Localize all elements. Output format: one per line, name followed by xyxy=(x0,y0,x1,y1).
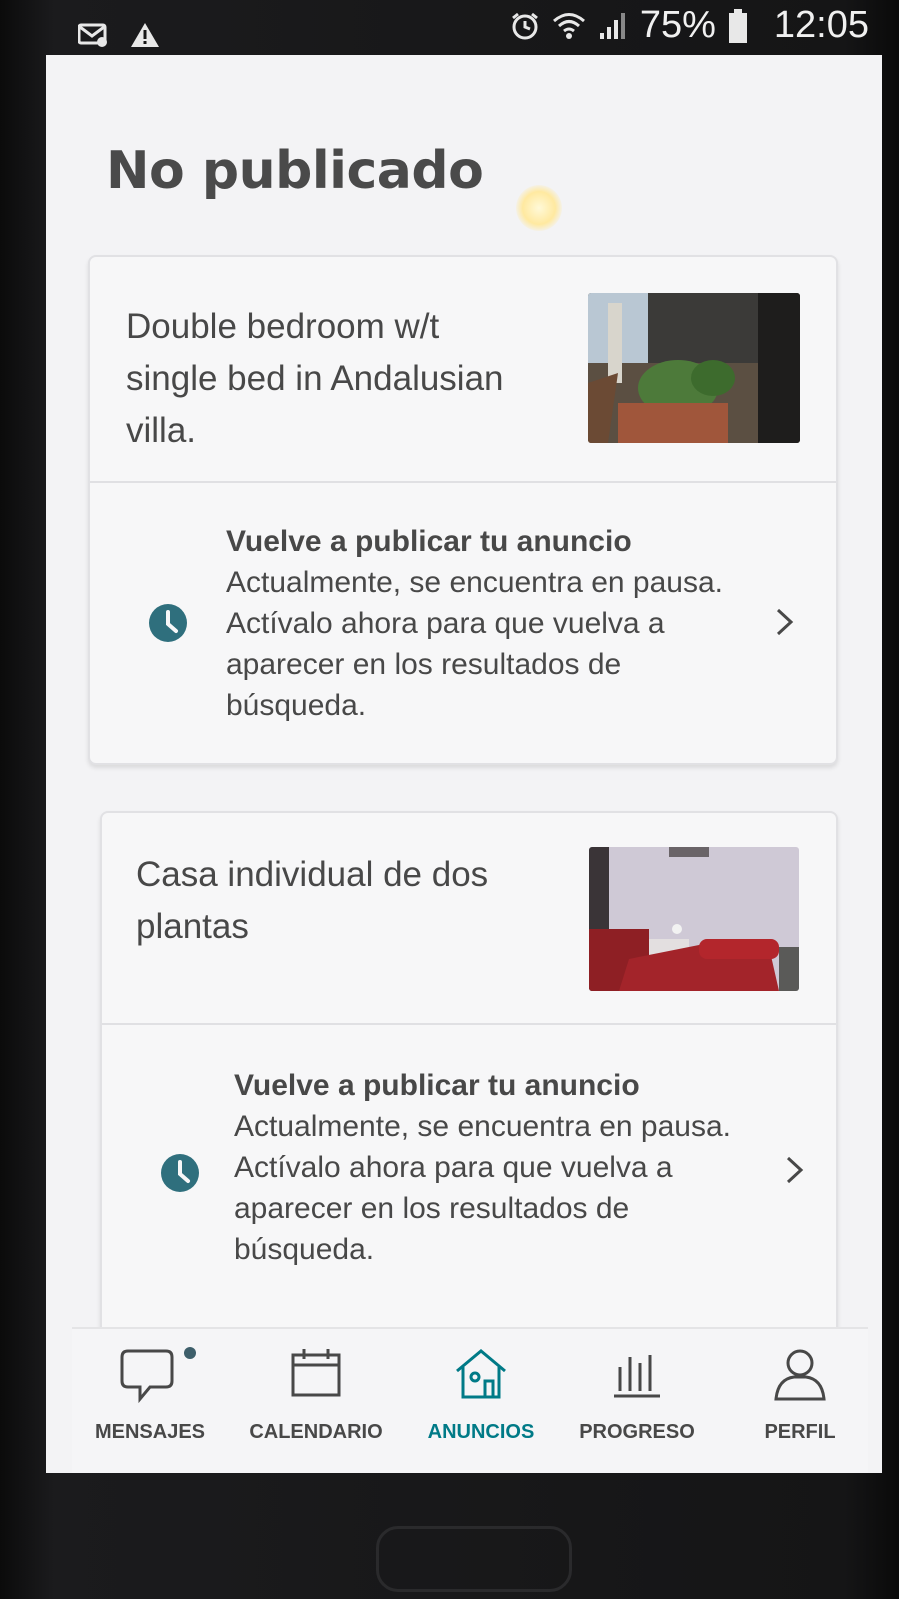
chat-bubble-icon xyxy=(120,1349,174,1403)
listing-thumbnail[interactable] xyxy=(589,847,799,991)
wifi-icon xyxy=(552,11,586,41)
signal-icon xyxy=(598,11,628,41)
alarm-icon xyxy=(510,11,540,41)
nav-label: PROGRESO xyxy=(579,1421,695,1443)
listing-title: Casa individual de dos plantas xyxy=(136,855,489,946)
nav-item-perfil[interactable]: PERFIL xyxy=(732,1329,868,1473)
nav-item-mensajes[interactable]: MENSAJES xyxy=(72,1329,228,1473)
progress-bars-icon xyxy=(614,1355,660,1398)
clock-icon xyxy=(149,604,187,642)
notice-text: Vuelve a publicar tu anuncio Actualmente… xyxy=(234,1065,754,1270)
notice-title: Vuelve a publicar tu anuncio xyxy=(226,525,632,558)
listing-thumbnail[interactable] xyxy=(588,293,800,443)
listing-card[interactable]: Casa individual de dos plantas Vuelve a … xyxy=(100,811,838,1355)
nav-item-progreso[interactable]: PROGRESO xyxy=(562,1329,712,1473)
clock-time: 12:05 xyxy=(773,4,869,46)
listing-title: Double bedroom w/t single bed in Andalus… xyxy=(126,307,504,450)
battery-icon xyxy=(728,8,748,44)
nav-label: MENSAJES xyxy=(94,1421,206,1443)
mail-icon xyxy=(78,23,108,47)
person-icon xyxy=(774,1349,826,1401)
phone-frame: 75% 12:05 No publicado Double bedroom w/… xyxy=(0,0,899,1599)
nav-label: CALENDARIO xyxy=(249,1421,383,1443)
republish-notice[interactable]: Vuelve a publicar tu anuncio Actualmente… xyxy=(102,1025,836,1295)
battery-percent: 75% xyxy=(639,4,716,46)
nav-label: ANUNCIOS xyxy=(427,1421,535,1443)
house-icon xyxy=(456,1349,506,1399)
page-title: No publicado xyxy=(106,141,484,201)
calendar-icon xyxy=(291,1349,341,1397)
chevron-right-icon xyxy=(776,608,794,636)
nav-label: PERFIL xyxy=(764,1421,836,1443)
notice-body: Actualmente, se encuentra en pausa. Actí… xyxy=(234,1110,731,1266)
app-screen: No publicado Double bedroom w/t single b… xyxy=(46,55,882,1473)
notice-text: Vuelve a publicar tu anuncio Actualmente… xyxy=(226,521,746,726)
nav-item-anuncios[interactable]: ANUNCIOS xyxy=(406,1329,556,1473)
listing-card[interactable]: Double bedroom w/t single bed in Andalus… xyxy=(88,255,838,765)
bottom-nav: MENSAJES CALENDARIO ANUNCIOS PROGRESO PE… xyxy=(72,1327,868,1473)
republish-notice[interactable]: Vuelve a publicar tu anuncio Actualmente… xyxy=(90,483,836,753)
nav-item-calendario[interactable]: CALENDARIO xyxy=(232,1329,400,1473)
notice-body: Actualmente, se encuentra en pausa. Actí… xyxy=(226,566,723,722)
home-button[interactable] xyxy=(376,1526,572,1592)
notice-title: Vuelve a publicar tu anuncio xyxy=(234,1069,640,1102)
chevron-right-icon xyxy=(786,1156,804,1184)
warning-icon xyxy=(130,22,160,48)
status-bar: 75% 12:05 xyxy=(0,0,899,62)
screen-glare xyxy=(516,185,562,231)
clock-icon xyxy=(161,1154,199,1192)
unread-dot xyxy=(184,1347,196,1359)
